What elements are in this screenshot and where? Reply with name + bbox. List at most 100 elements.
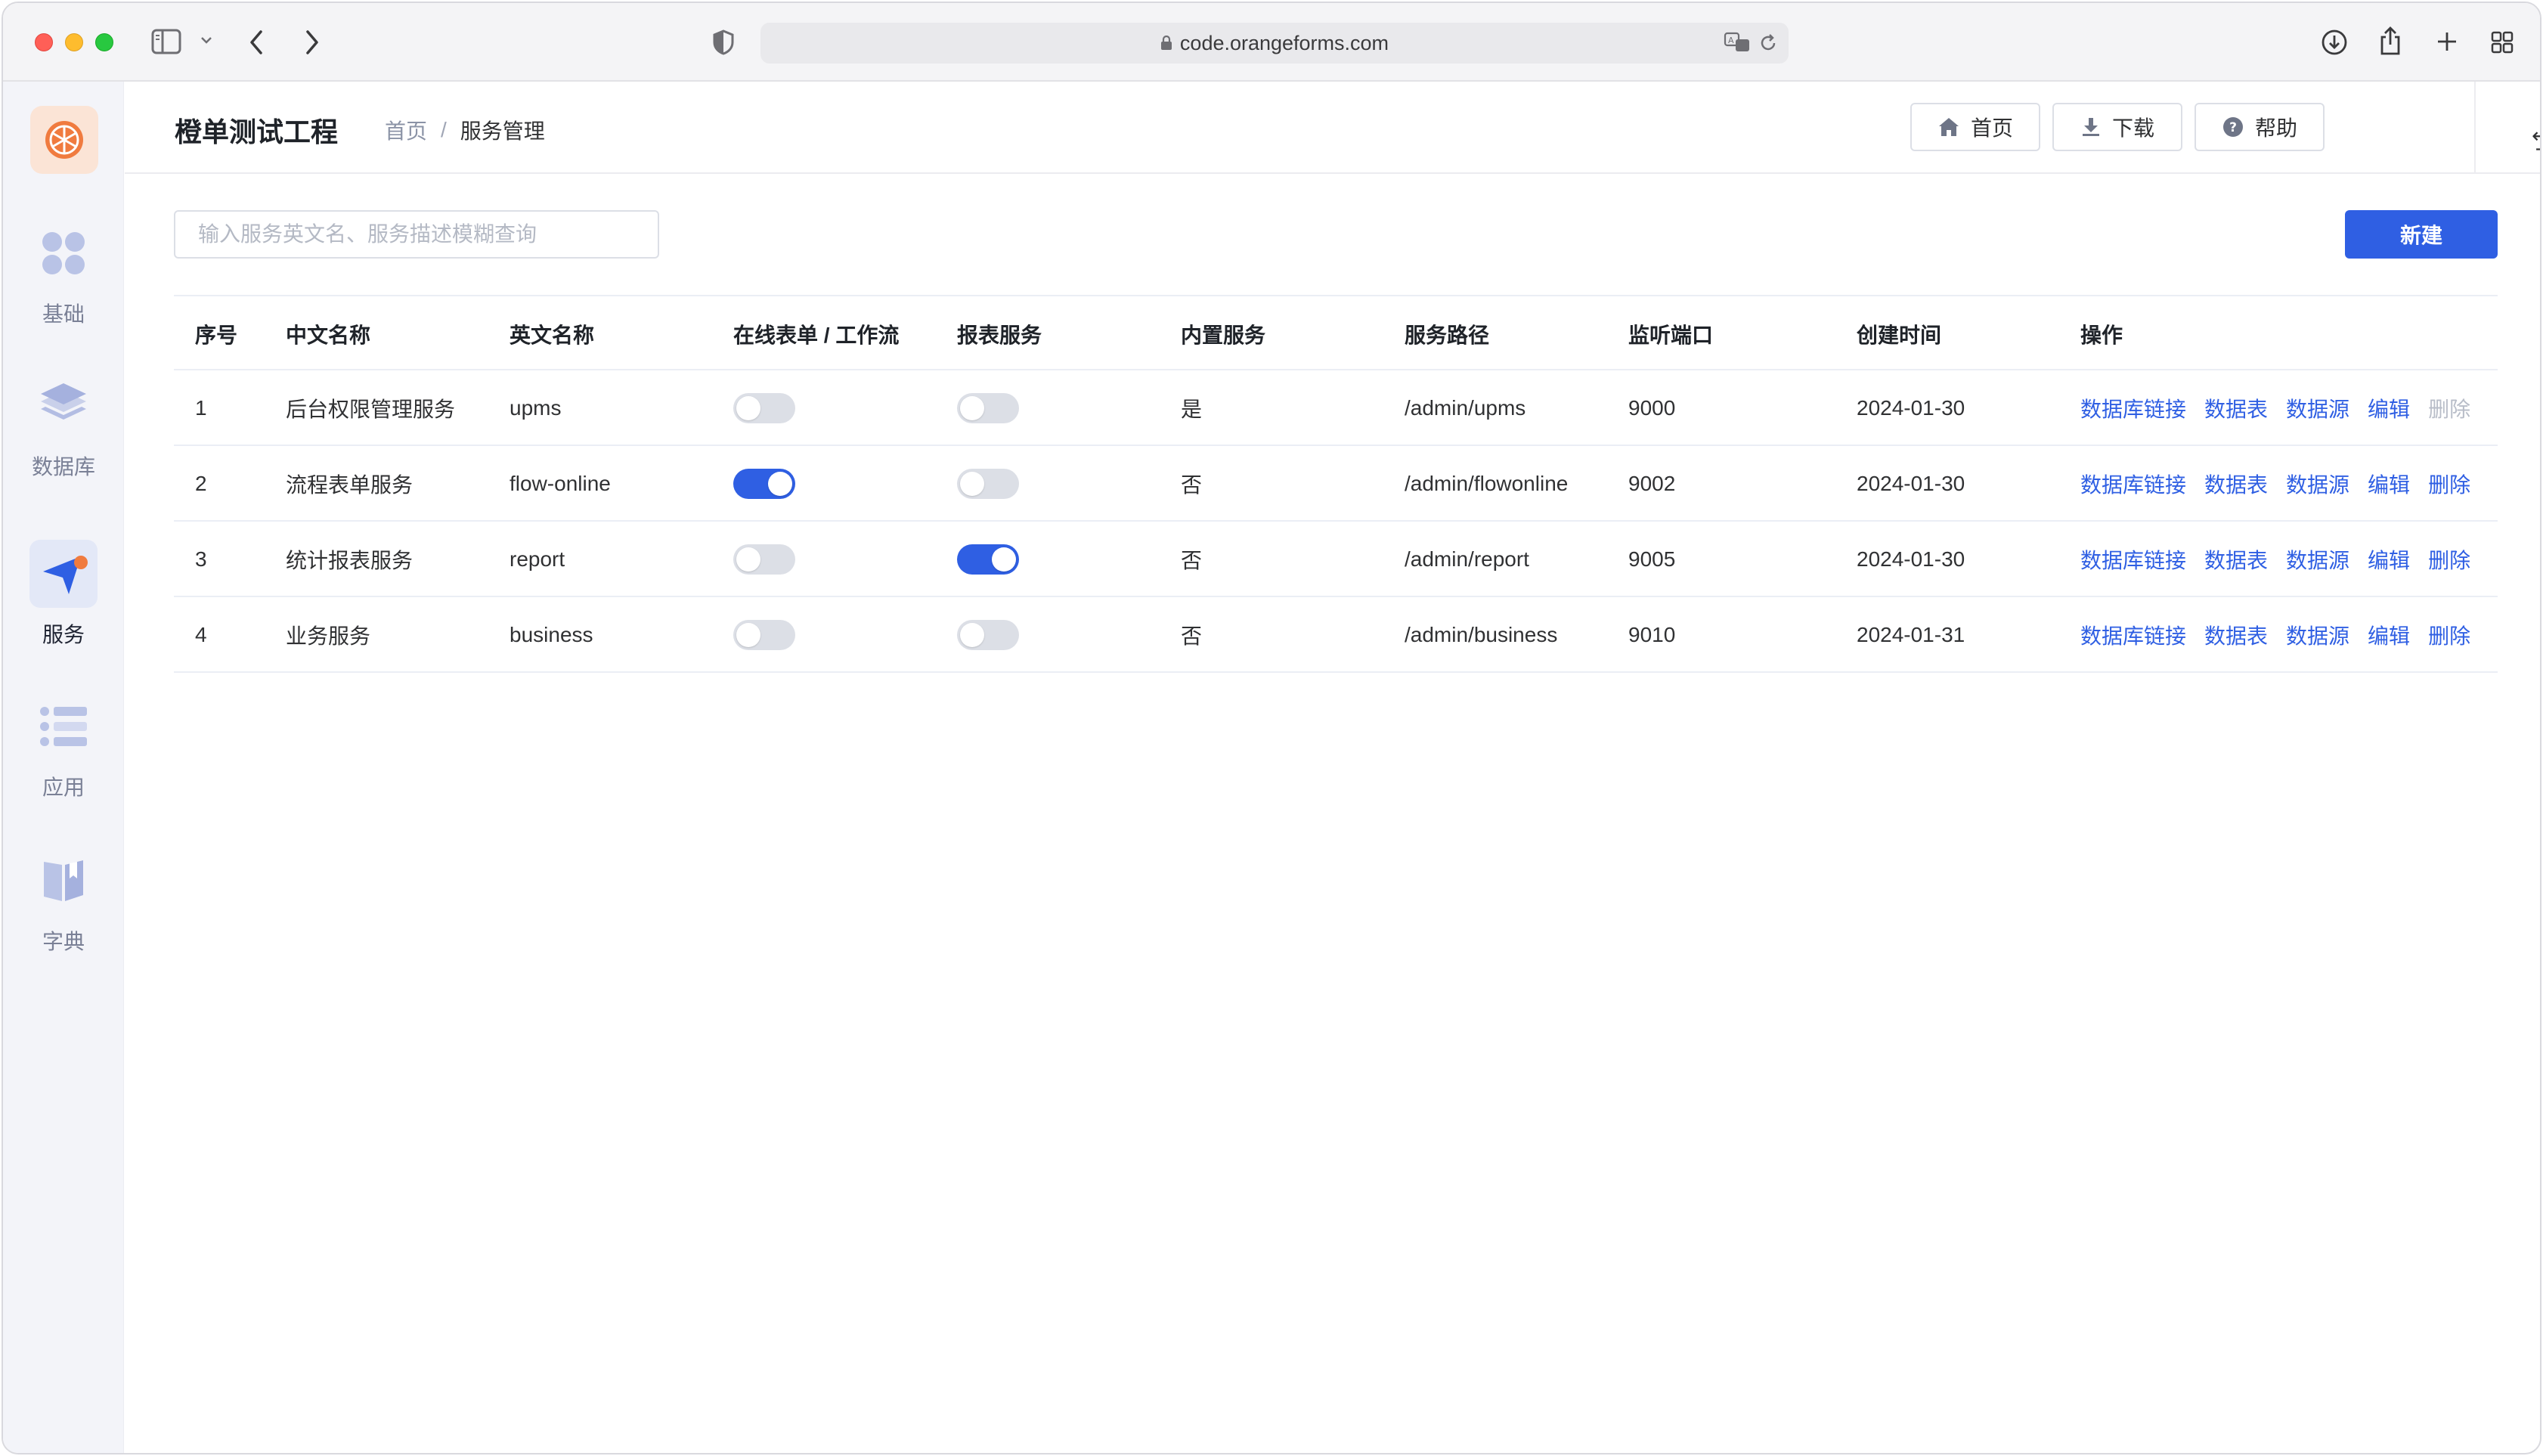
column-header: 序号 xyxy=(195,324,238,347)
delete-action[interactable]: 删除 xyxy=(2428,544,2470,575)
row-index: 1 xyxy=(195,396,207,420)
service-path: /admin/report xyxy=(1405,547,1529,571)
browser-toolbar: code.orangeforms.com A xyxy=(3,3,2540,82)
edit-action[interactable]: 编辑 xyxy=(2368,544,2410,575)
row-index: 3 xyxy=(195,547,207,571)
forward-arrow-icon[interactable] xyxy=(304,29,321,56)
report-service-toggle[interactable] xyxy=(957,620,1019,650)
maximize-window-button[interactable] xyxy=(95,33,113,51)
report-service-toggle[interactable] xyxy=(957,393,1019,423)
orange-logo-icon[interactable] xyxy=(30,106,98,174)
rail-item-label: 字典 xyxy=(42,930,85,953)
search-input[interactable] xyxy=(174,210,659,259)
db-link-action[interactable]: 数据库链接 xyxy=(2080,544,2186,575)
svg-text:A: A xyxy=(1728,36,1734,45)
home-button[interactable]: 首页 xyxy=(1910,103,2040,151)
rail-item-label: 应用 xyxy=(42,776,85,799)
data-table-action[interactable]: 数据表 xyxy=(2204,393,2268,423)
row-operations: 数据库链接 数据表 数据源 编辑 删除 xyxy=(2080,597,2489,673)
db-link-action[interactable]: 数据库链接 xyxy=(2080,469,2186,499)
lock-icon xyxy=(1160,35,1172,51)
help-button-label: 帮助 xyxy=(2254,116,2297,140)
report-service-toggle[interactable] xyxy=(957,544,1019,575)
delete-action[interactable]: 删除 xyxy=(2428,620,2470,650)
online-form-toggle[interactable] xyxy=(733,393,795,423)
column-header: 监听端口 xyxy=(1628,324,1714,347)
download-button[interactable]: 下载 xyxy=(2052,103,2182,151)
builtin-value: 否 xyxy=(1181,624,1203,648)
page-header: 橙单测试工程 首页 / 服务管理 首页 下载 ? 帮助 返回 xyxy=(125,82,2540,174)
rail-item-basic[interactable]: 基础 xyxy=(3,219,124,348)
share-icon[interactable] xyxy=(2378,26,2402,56)
table-row: 4 业务服务 business 否 /admin/business 9010 2… xyxy=(174,597,2498,673)
service-en-name: business xyxy=(510,623,593,646)
online-form-toggle[interactable] xyxy=(733,620,795,650)
data-table-action[interactable]: 数据表 xyxy=(2204,620,2268,650)
rail-item-dictionary[interactable]: 字典 xyxy=(3,847,124,975)
builtin-value: 是 xyxy=(1181,398,1203,421)
rail-item-service[interactable]: 服务 xyxy=(3,540,124,668)
column-header: 内置服务 xyxy=(1181,324,1266,347)
url-text: code.orangeforms.com xyxy=(1179,31,1389,54)
row-operations: 数据库链接 数据表 数据源 编辑 删除 xyxy=(2080,370,2489,446)
rail-item-label: 数据库 xyxy=(31,455,95,479)
breadcrumb-separator: / xyxy=(441,118,447,141)
column-header: 在线表单 / 工作流 xyxy=(733,324,900,347)
data-table-action[interactable]: 数据表 xyxy=(2204,544,2268,575)
tab-overview-icon[interactable] xyxy=(2490,30,2514,54)
address-bar[interactable]: code.orangeforms.com A xyxy=(760,23,1789,64)
edit-action[interactable]: 编辑 xyxy=(2368,393,2410,423)
data-source-action[interactable]: 数据源 xyxy=(2286,393,2349,423)
breadcrumb-home-link[interactable]: 首页 xyxy=(385,115,427,145)
table-row: 2 流程表单服务 flow-online 否 /admin/flowonline… xyxy=(174,446,2498,522)
translate-icon[interactable]: A xyxy=(1724,32,1751,53)
sidebar-toggle-icon[interactable] xyxy=(151,29,181,54)
edit-action[interactable]: 编辑 xyxy=(2368,469,2410,499)
minimize-window-button[interactable] xyxy=(65,33,83,51)
privacy-shield-icon[interactable] xyxy=(712,29,735,56)
data-source-action[interactable]: 数据源 xyxy=(2286,469,2349,499)
help-button[interactable]: ? 帮助 xyxy=(2195,103,2325,151)
listen-port: 9002 xyxy=(1628,472,1676,495)
edit-action[interactable]: 编辑 xyxy=(2368,620,2410,650)
rail-item-database[interactable]: 数据库 xyxy=(3,372,124,500)
download-icon xyxy=(2082,118,2099,136)
row-index: 2 xyxy=(195,472,207,495)
new-service-button[interactable]: 新建 xyxy=(2345,210,2498,259)
layers-icon xyxy=(29,372,98,440)
db-link-action[interactable]: 数据库链接 xyxy=(2080,620,2186,650)
listen-port: 9010 xyxy=(1628,623,1676,646)
rail-item-label: 基础 xyxy=(42,302,85,326)
new-tab-icon[interactable] xyxy=(2436,30,2458,53)
data-source-action[interactable]: 数据源 xyxy=(2286,544,2349,575)
header-divider xyxy=(2474,82,2476,174)
back-button[interactable]: 返回 xyxy=(2529,110,2540,171)
service-cn-name: 业务服务 xyxy=(286,624,371,648)
column-header: 报表服务 xyxy=(957,324,1042,347)
builtin-value: 否 xyxy=(1181,549,1203,572)
online-form-toggle[interactable] xyxy=(733,469,795,499)
column-header: 英文名称 xyxy=(510,324,595,347)
help-icon: ? xyxy=(2222,117,2243,137)
online-form-toggle[interactable] xyxy=(733,544,795,575)
project-title: 橙单测试工程 xyxy=(175,116,339,147)
browser-window: code.orangeforms.com A 基础 数据库 服务 应用 字典 橙… xyxy=(2,2,2541,1454)
close-window-button[interactable] xyxy=(35,33,53,51)
table-header-row: 序号 中文名称 英文名称 在线表单 / 工作流 报表服务 内置服务 服务路径 监… xyxy=(174,295,2498,370)
rail-item-app[interactable]: 应用 xyxy=(3,692,124,821)
downloads-icon[interactable] xyxy=(2321,29,2348,56)
navigation-arrow-icon xyxy=(29,540,98,608)
chevron-down-icon[interactable] xyxy=(200,35,213,45)
data-table-action[interactable]: 数据表 xyxy=(2204,469,2268,499)
back-arrow-icon[interactable] xyxy=(248,29,265,56)
data-source-action[interactable]: 数据源 xyxy=(2286,620,2349,650)
row-operations: 数据库链接 数据表 数据源 编辑 删除 xyxy=(2080,446,2489,522)
db-link-action[interactable]: 数据库链接 xyxy=(2080,393,2186,423)
list-icon xyxy=(29,692,98,761)
book-icon xyxy=(29,847,98,915)
report-service-toggle[interactable] xyxy=(957,469,1019,499)
reload-icon[interactable] xyxy=(1758,33,1778,53)
table-row: 3 统计报表服务 report 否 /admin/report 9005 202… xyxy=(174,522,2498,597)
delete-action[interactable]: 删除 xyxy=(2428,469,2470,499)
created-date: 2024-01-30 xyxy=(1857,472,1965,495)
